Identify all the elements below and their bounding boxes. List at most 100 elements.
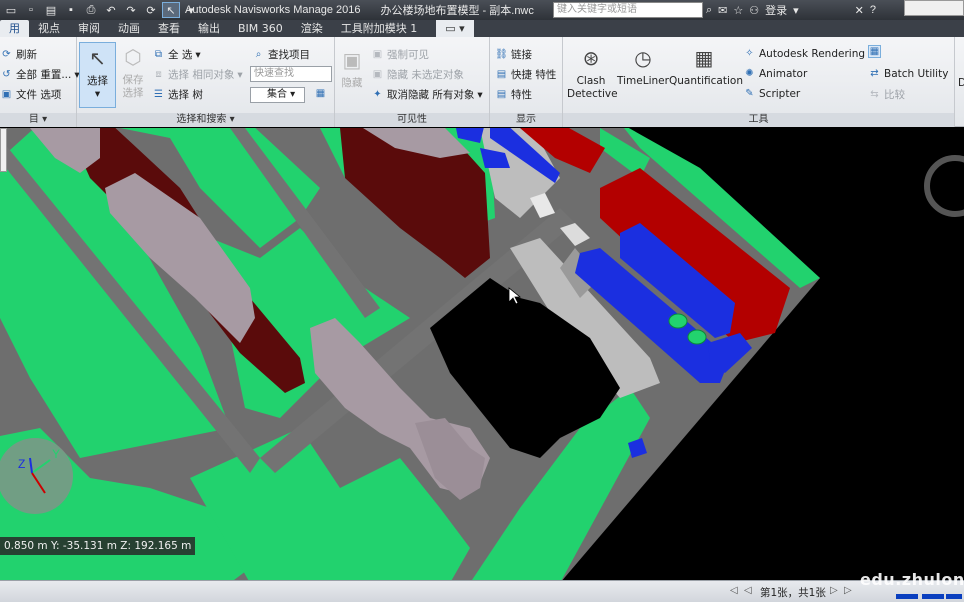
manage-sets-button[interactable]: ▦: [314, 87, 327, 100]
tab-review[interactable]: 审阅: [69, 20, 109, 37]
window-title: Autodesk Navisworks Manage 2016 办公楼场地布置模…: [185, 0, 534, 20]
timeliner-icon: ◷: [634, 45, 652, 70]
sets-dropdown[interactable]: 集合 ▾: [250, 87, 305, 103]
properties-button[interactable]: ▤ 特性: [495, 87, 532, 102]
quick-properties-button[interactable]: ▤ 快捷 特性: [495, 67, 557, 82]
user-icon[interactable]: ⚇: [749, 4, 759, 17]
last-page-icon[interactable]: ▷: [844, 585, 852, 596]
page-info: 第1张，共1张: [760, 587, 826, 599]
autodesk-rendering-button[interactable]: ✧ Autodesk Rendering: [743, 47, 865, 60]
unhide-all-button[interactable]: ✦ 取消隐藏 所有对象 ▾: [371, 87, 482, 102]
tab-render[interactable]: 渲染: [292, 20, 332, 37]
login-link[interactable]: 登录: [765, 2, 787, 18]
hide-unselected-icon: ▣: [372, 69, 383, 80]
require-button[interactable]: ▣ 强制可见: [371, 47, 429, 62]
tab-tool-addins[interactable]: 工具附加模块 1: [332, 20, 427, 37]
tree-circle: [687, 329, 707, 345]
batch-utility-button[interactable]: ⇄ Batch Utility: [868, 67, 948, 80]
app-title: Autodesk Navisworks Manage 2016: [185, 4, 361, 16]
selection-tree-button[interactable]: ☰ 选择 树: [152, 87, 203, 102]
refresh-button[interactable]: ⟳ 刷新: [0, 47, 37, 62]
reset-all-button[interactable]: ↺ 全部 重置... ▾: [0, 67, 79, 82]
redo-icon[interactable]: ↷: [122, 2, 140, 18]
coordinate-readout: 0.850 m Y: -35.131 m Z: 192.165 m: [0, 537, 196, 555]
refresh-icon[interactable]: ⟳: [142, 2, 160, 18]
animator-button[interactable]: ✺ Animator: [743, 67, 807, 80]
exchange-icon[interactable]: ✕: [855, 4, 864, 17]
status-bar: ◁ ◁ 第1张，共1张 ▷ ▷: [0, 580, 964, 602]
save-selection-icon: ⬡: [124, 44, 142, 69]
scripter-button[interactable]: ✎ Scripter: [743, 87, 800, 100]
file-title: 办公楼场地布置模型 - 副本.nwc: [380, 5, 534, 17]
panel-title-tools: 工具: [563, 113, 954, 127]
tab-viewpoint[interactable]: 视点: [29, 20, 69, 37]
save-icon[interactable]: ▪: [62, 2, 80, 18]
performance-indicator: [946, 594, 962, 599]
open-file-icon[interactable]: ▤: [42, 2, 60, 18]
tab-view[interactable]: 查看: [149, 20, 189, 37]
animator-icon: ✺: [745, 68, 754, 79]
quick-properties-icon: ▤: [496, 69, 507, 80]
panel-title-project[interactable]: 目 ▾: [0, 113, 76, 127]
clash-detective-button[interactable]: ⊛ Clash Detective: [567, 43, 618, 107]
help-icon[interactable]: ?: [870, 4, 876, 16]
communication-icon[interactable]: ✉: [718, 4, 727, 17]
find-icon: ⌕: [255, 49, 262, 60]
quick-find-input[interactable]: 快速查找: [250, 66, 332, 82]
navigation-gizmo[interactable]: [0, 438, 73, 514]
hide-button[interactable]: ▣ 隐藏: [337, 45, 367, 105]
site-model-scene[interactable]: Z Y: [0, 128, 964, 580]
timeliner-button[interactable]: ◷ TimeLiner: [617, 43, 669, 103]
binoculars-icon[interactable]: ⌕: [706, 4, 712, 17]
file-options-icon: ▣: [1, 89, 12, 100]
dropdown-icon: ▾: [195, 48, 201, 61]
scripter-icon: ✎: [745, 88, 754, 99]
batch-utility-icon: ⇄: [870, 68, 879, 79]
tab-animation[interactable]: 动画: [109, 20, 149, 37]
compare-icon: ⇆: [870, 89, 879, 100]
login-dropdown-icon[interactable]: ▾: [793, 4, 799, 17]
file-options-button[interactable]: ▣ 文件 选项: [0, 87, 62, 102]
quantification-icon: ▦: [694, 45, 714, 70]
tab-bim360[interactable]: BIM 360: [229, 20, 292, 37]
select-all-icon: ⧉: [154, 49, 163, 60]
rendering-icon: ✧: [745, 48, 754, 59]
datatools-button[interactable]: D: [958, 77, 964, 89]
require-icon: ▣: [372, 49, 383, 60]
prev-page-icon[interactable]: ◁: [744, 585, 752, 596]
next-page-icon[interactable]: ▷: [830, 585, 838, 596]
panel-title-display: 显示: [490, 113, 562, 127]
undo-icon[interactable]: ↶: [102, 2, 120, 18]
select-all-button[interactable]: ⧉ 全 选 ▾: [152, 47, 201, 62]
tab-output[interactable]: 输出: [189, 20, 229, 37]
hide-icon: ▣: [342, 47, 362, 72]
print-icon[interactable]: ⎙: [82, 2, 100, 18]
new-file-icon[interactable]: ▫: [22, 2, 40, 18]
links-button[interactable]: ⛓ 链接: [495, 47, 532, 62]
appearance-profiler-button[interactable]: ▦: [868, 45, 881, 58]
quantification-button[interactable]: ▦ Quantification: [669, 43, 743, 103]
hide-unselected-button[interactable]: ▣ 隐藏 未选定对象: [371, 67, 464, 82]
panel-title-select-search[interactable]: 选择和搜索 ▾: [77, 113, 334, 127]
viewcube-ring[interactable]: [924, 155, 964, 217]
compare-button[interactable]: ⇆ 比较: [868, 87, 905, 102]
select-same-button[interactable]: ⧈ 选择 相同对象 ▾: [152, 67, 242, 82]
app-menu-icon[interactable]: ▭: [2, 2, 20, 18]
select-button[interactable]: ↖ 选择 ▾: [79, 42, 116, 108]
first-page-icon[interactable]: ◁: [730, 585, 738, 596]
left-panel-tab[interactable]: [0, 128, 7, 172]
title-right-tools: ⌕ ✉ ☆ ⚇ 登录 ▾ ✕ ?: [706, 0, 876, 20]
find-items-button[interactable]: ⌕ 查找项目: [252, 47, 310, 62]
tree-circle: [668, 313, 688, 329]
select-same-icon: ⧈: [155, 69, 162, 80]
3d-viewport[interactable]: Z Y: [0, 128, 964, 580]
tab-home[interactable]: 用: [0, 20, 29, 37]
select-cursor-icon[interactable]: ↖: [162, 2, 180, 18]
tab-overflow-icon[interactable]: ▭ ▾: [436, 20, 474, 37]
axis-z-label: Z: [18, 457, 25, 471]
help-search-input[interactable]: 键入关键字或短语: [553, 2, 703, 18]
window-controls[interactable]: [904, 0, 964, 16]
sets-icon: ▦: [315, 88, 326, 99]
save-selection-button[interactable]: ⬡ 保存 选择: [118, 42, 148, 108]
star-icon[interactable]: ☆: [733, 4, 743, 17]
